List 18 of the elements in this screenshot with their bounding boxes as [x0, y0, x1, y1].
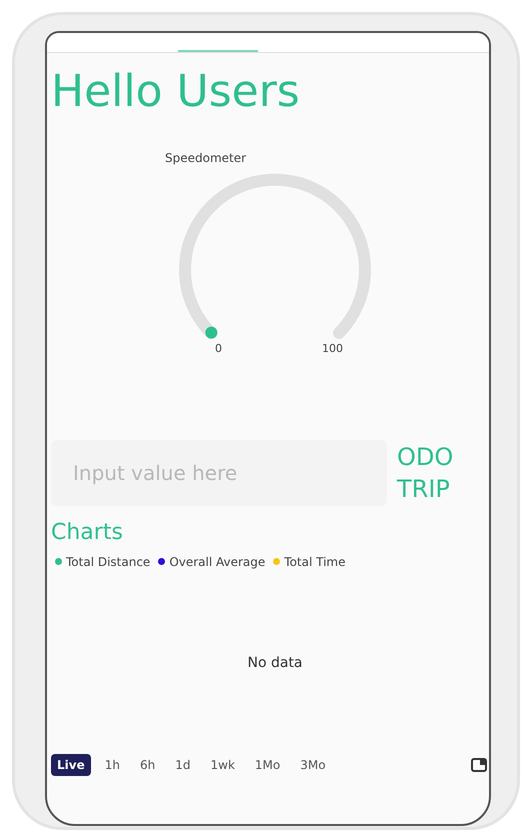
range-tab[interactable]: 1wk	[204, 754, 241, 776]
no-data-text: No data	[247, 654, 303, 672]
legend-label: Total Distance	[66, 554, 150, 570]
fullscreen-icon[interactable]	[471, 758, 487, 772]
charts-heading: Charts	[50, 518, 124, 546]
range-tab[interactable]: 1h	[98, 754, 126, 776]
gauge-title: Speedometer	[165, 150, 248, 167]
range-tab[interactable]: 1Mo	[248, 754, 286, 776]
input-field[interactable]: Input value here	[51, 440, 387, 506]
range-tab[interactable]: 6h	[134, 754, 162, 776]
gauge-max-label: 100	[322, 341, 343, 357]
gauge-min-label: 0	[215, 341, 222, 357]
range-tab[interactable]: 3Mo	[294, 754, 332, 776]
range-tab[interactable]: Live	[51, 754, 91, 776]
range-tab[interactable]: 1d	[169, 754, 196, 776]
legend-label: Total Time	[284, 554, 346, 570]
legend-label: Overall Average	[169, 554, 266, 570]
greeting-heading: Hello Users	[50, 65, 301, 119]
